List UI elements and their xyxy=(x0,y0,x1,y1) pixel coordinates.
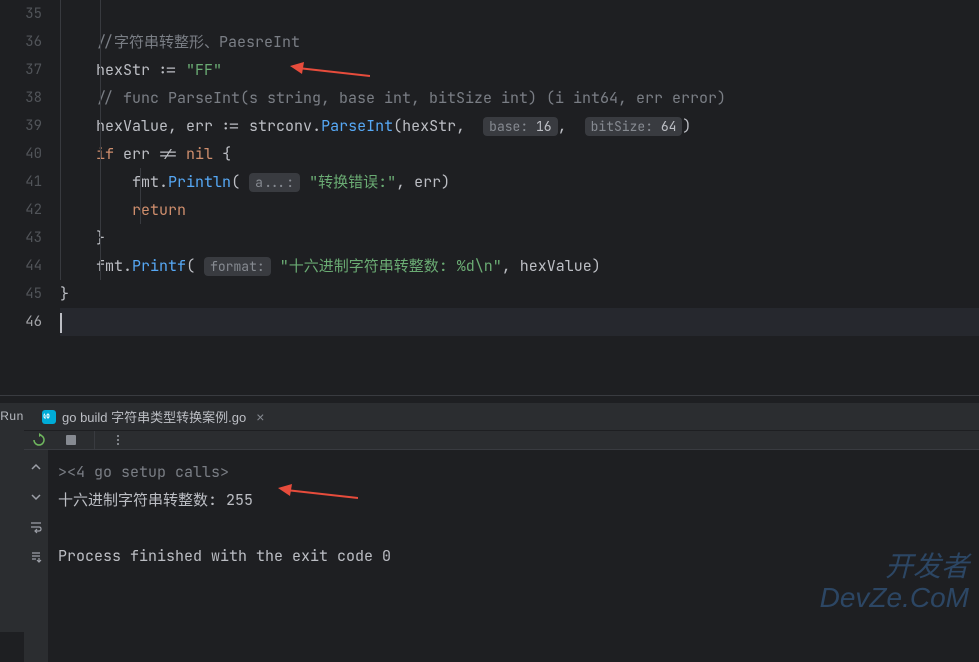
line-number-gutter: 35 36 37 38 39 40 41 42 43 44 45 46 xyxy=(0,0,60,395)
code-line: } xyxy=(60,224,979,252)
close-icon[interactable]: × xyxy=(256,409,264,425)
parameter-hint: format: xyxy=(204,257,271,276)
code-content[interactable]: //字符串转整形、PaesreInt hexStr := "FF" // fun… xyxy=(60,0,979,395)
folded-region-label[interactable]: <4 go setup calls> xyxy=(67,462,229,482)
parameter-hint: base: 16 xyxy=(483,117,557,136)
go-file-icon xyxy=(42,410,56,424)
code-line-active xyxy=(60,308,979,336)
run-tool-label[interactable]: Run xyxy=(0,409,24,423)
code-line: } xyxy=(60,280,979,308)
line-number: 41 xyxy=(0,168,42,196)
run-tab-label: go build 字符串类型转换案例.go xyxy=(62,407,246,426)
line-number: 35 xyxy=(0,0,42,28)
code-line: fmt.Printf( format: "十六进制字符串转整数: %d\n", … xyxy=(60,252,979,280)
run-tab[interactable]: go build 字符串类型转换案例.go × xyxy=(34,403,272,430)
line-number: 37 xyxy=(0,56,42,84)
line-number: 45 xyxy=(0,280,42,308)
console-left-toolbar xyxy=(24,450,48,662)
line-number: 36 xyxy=(0,28,42,56)
code-line: fmt.Println( a...: "转换错误:", err) xyxy=(60,168,979,196)
code-editor[interactable]: 35 36 37 38 39 40 41 42 43 44 45 46 //字符… xyxy=(0,0,979,395)
line-number: 43 xyxy=(0,224,42,252)
stop-icon[interactable] xyxy=(62,431,80,449)
line-number: 39 xyxy=(0,112,42,140)
scroll-to-end-icon[interactable] xyxy=(27,548,45,566)
run-toolbar xyxy=(24,431,979,450)
line-number: 42 xyxy=(0,196,42,224)
rerun-icon[interactable] xyxy=(30,431,48,449)
fold-indicator[interactable]: > xyxy=(58,462,67,482)
text-cursor xyxy=(60,313,62,333)
code-line xyxy=(60,0,979,28)
code-line: hexValue, err := strconv.ParseInt(hexStr… xyxy=(60,112,979,140)
console-output[interactable]: ><4 go setup calls> 十六进制字符串转整数: 255 Proc… xyxy=(48,450,979,662)
code-line: if err != nil { xyxy=(60,140,979,168)
code-line: return xyxy=(60,196,979,224)
up-icon[interactable] xyxy=(27,458,45,476)
code-line: hexStr := "FF" xyxy=(60,56,979,84)
parameter-hint: a...: xyxy=(249,173,300,192)
exit-line: Process finished with the exit code 0 xyxy=(58,546,391,566)
annotation-arrow-icon xyxy=(278,484,358,504)
tool-window-bar: Run xyxy=(0,403,24,632)
line-number: 46 xyxy=(0,308,42,336)
run-panel: Run go build 字符串类型转换案例.go × xyxy=(0,403,979,632)
output-line: 十六进制字符串转整数: 255 xyxy=(58,490,253,510)
parameter-hint: bitSize: 64 xyxy=(585,117,683,136)
toolbar-divider xyxy=(94,431,95,449)
down-icon[interactable] xyxy=(27,488,45,506)
code-line: //字符串转整形、PaesreInt xyxy=(60,28,979,56)
line-number: 40 xyxy=(0,140,42,168)
panel-divider[interactable] xyxy=(0,395,979,403)
wrap-icon[interactable] xyxy=(27,518,45,536)
run-tabs-bar: go build 字符串类型转换案例.go × xyxy=(24,403,979,431)
more-icon[interactable] xyxy=(109,431,127,449)
code-line: // func ParseInt(s string, base int, bit… xyxy=(60,84,979,112)
line-number: 44 xyxy=(0,252,42,280)
line-number: 38 xyxy=(0,84,42,112)
